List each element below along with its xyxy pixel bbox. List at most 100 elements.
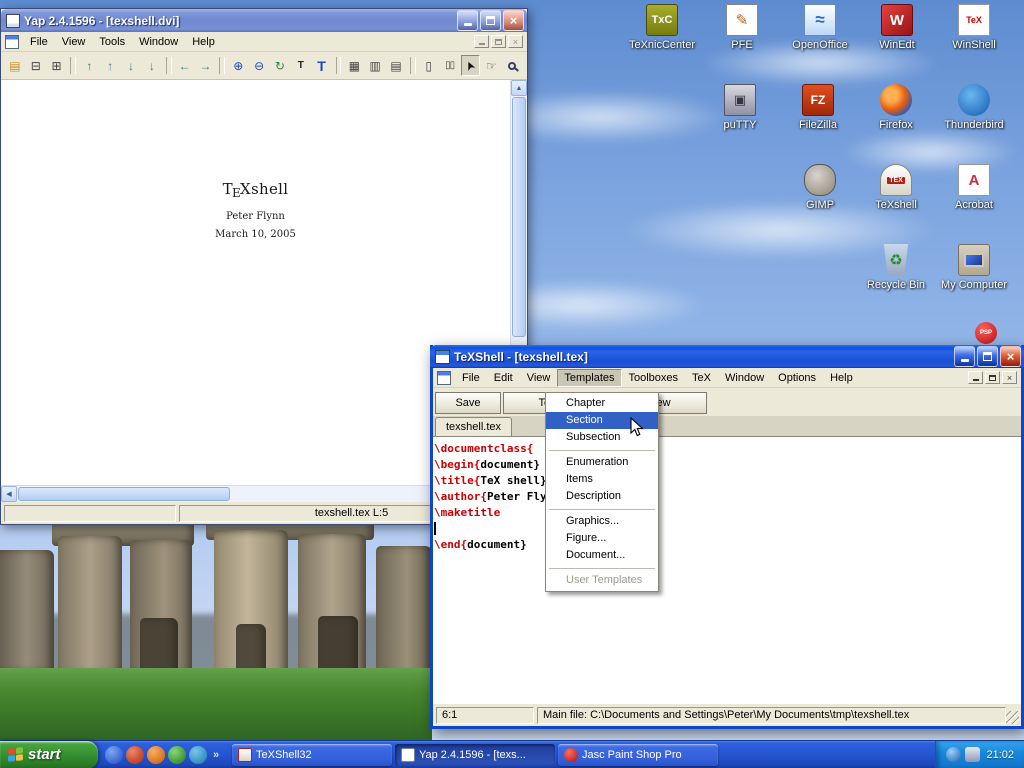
save-button[interactable]: Save [435, 392, 501, 414]
texshell-child-restore-button[interactable] [985, 371, 1000, 384]
quicklaunch-icon-3[interactable] [147, 746, 165, 764]
toolbar-separator[interactable] [219, 57, 225, 74]
zoom-in-icon[interactable]: ⊕ [228, 55, 248, 76]
texshell-minimize-button[interactable] [954, 346, 975, 367]
page-columns-icon[interactable]: ▥ [365, 55, 385, 76]
yap-maximize-button[interactable] [480, 10, 501, 31]
menu-item-user-templates[interactable]: User Templates [546, 572, 658, 589]
yap-menu-view[interactable]: View [55, 33, 93, 51]
yap-menu-tools[interactable]: Tools [92, 33, 132, 51]
print-page-icon[interactable]: ⊞ [47, 55, 67, 76]
texshell-child-close-button[interactable]: × [1002, 371, 1017, 384]
taskbar-button-texshell[interactable]: TeXShell32 [232, 744, 392, 766]
yap-child-close-button[interactable]: × [508, 35, 523, 48]
texshell-close-button[interactable]: × [1000, 346, 1021, 367]
texshell-maximize-button[interactable] [977, 346, 998, 367]
zoom-out-icon[interactable]: ⊖ [249, 55, 269, 76]
yap-titlebar[interactable]: Yap 2.4.1596 - [texshell.dvi] × [1, 9, 527, 32]
page-grid-icon[interactable]: ▦ [344, 55, 364, 76]
desktop-icon-putty[interactable]: ▣ puTTY [701, 84, 779, 131]
forward-icon[interactable]: → [196, 55, 216, 76]
quicklaunch-icon-1[interactable] [105, 746, 123, 764]
toolbar-separator[interactable] [70, 57, 76, 74]
menu-item-items[interactable]: Items [546, 471, 658, 488]
open-file-icon[interactable]: ▤ [5, 55, 25, 76]
desktop-icon-psp[interactable]: PSP [947, 322, 1024, 347]
desktop-icon-openoffice[interactable]: ≈ OpenOffice [781, 4, 859, 51]
last-page-icon[interactable]: ↓ [142, 55, 162, 76]
first-page-icon[interactable]: ↑ [79, 55, 99, 76]
yap-child-restore-button[interactable] [491, 35, 506, 48]
vertical-scroll-thumb[interactable] [512, 97, 526, 337]
tab-texshell-tex[interactable]: texshell.tex [435, 417, 512, 436]
texshell-menu-templates[interactable]: Templates [557, 369, 621, 387]
prev-page-icon[interactable]: ↑ [100, 55, 120, 76]
scroll-up-arrow[interactable]: ▲ [511, 80, 527, 96]
yap-child-minimize-button[interactable] [474, 35, 489, 48]
menu-item-graphics[interactable]: Graphics... [546, 513, 658, 530]
desktop-icon-thunderbird[interactable]: Thunderbird [935, 84, 1013, 131]
toolbar-separator[interactable] [336, 57, 342, 74]
texshell-menu-view[interactable]: View [520, 369, 558, 387]
hand-tool-icon[interactable]: ☞ [481, 55, 501, 76]
horizontal-scroll-thumb[interactable] [18, 487, 230, 501]
texshell-menu-window[interactable]: Window [718, 369, 771, 387]
texshell-child-minimize-button[interactable] [968, 371, 983, 384]
pointer-tool-icon[interactable]: ➤ [461, 55, 481, 76]
desktop-icon-gimp[interactable]: GIMP [781, 164, 859, 211]
desktop-icon-filezilla[interactable]: FZ FileZilla [779, 84, 857, 131]
menu-item-chapter[interactable]: Chapter [546, 395, 658, 412]
menu-item-enumeration[interactable]: Enumeration [546, 454, 658, 471]
desktop-icon-firefox[interactable]: Firefox [857, 84, 935, 131]
quicklaunch-icon-2[interactable] [126, 746, 144, 764]
quicklaunch-icon-5[interactable] [189, 746, 207, 764]
desktop-icon-recyclebin[interactable]: ♻ Recycle Bin [857, 244, 935, 291]
text-tool-icon[interactable]: T [312, 55, 332, 76]
menu-item-figure[interactable]: Figure... [546, 530, 658, 547]
texshell-menu-help[interactable]: Help [823, 369, 860, 387]
desktop-icon-mycomputer[interactable]: My Computer [935, 244, 1013, 291]
tray-display-icon[interactable] [965, 747, 980, 762]
toolbar-separator[interactable] [410, 57, 416, 74]
desktop-icon-pfe[interactable]: ✎ PFE [703, 4, 781, 51]
taskbar-clock[interactable]: 21:02 [986, 749, 1014, 761]
print-icon[interactable]: ⊟ [26, 55, 46, 76]
texshell-menu-file[interactable]: File [455, 369, 487, 387]
quicklaunch-icon-4[interactable] [168, 746, 186, 764]
start-button[interactable]: start [0, 741, 98, 768]
desktop-icon-acrobat[interactable]: A Acrobat [935, 164, 1013, 211]
quicklaunch-overflow-chevron[interactable]: » [210, 746, 222, 764]
editor-line [434, 521, 1021, 537]
single-page-icon[interactable]: ▯ [419, 55, 439, 76]
desktop-icon-texshell[interactable]: TEX TeXshell [857, 164, 935, 211]
texshell-menu-tex[interactable]: TeX [685, 369, 718, 387]
taskbar-button-paintshoppro[interactable]: Jasc Paint Shop Pro [558, 744, 718, 766]
yap-minimize-button[interactable] [457, 10, 478, 31]
tex-editor[interactable]: \documentclass{\begin{document}\title{Te… [433, 437, 1021, 704]
texshell-titlebar[interactable]: TeXShell - [texshell.tex] × [430, 345, 1024, 368]
facing-pages-icon[interactable]: ▯▯ [440, 55, 460, 76]
menu-item-document[interactable]: Document... [546, 547, 658, 564]
refresh-icon[interactable]: ↻ [270, 55, 290, 76]
desktop-icon-texniccenter[interactable]: TxC TeXnicCenter [623, 4, 701, 51]
texshell-menu-toolboxes[interactable]: Toolboxes [622, 369, 686, 387]
tray-network-icon[interactable] [946, 747, 961, 762]
back-icon[interactable]: ← [175, 55, 195, 76]
yap-menu-window[interactable]: Window [132, 33, 185, 51]
menu-item-description[interactable]: Description [546, 488, 658, 505]
next-page-icon[interactable]: ↓ [121, 55, 141, 76]
texshell-menu-edit[interactable]: Edit [487, 369, 520, 387]
magnifier-tool-icon[interactable] [502, 55, 522, 76]
yap-menu-file[interactable]: File [23, 33, 55, 51]
desktop-icon-winedt[interactable]: W WinEdt [858, 4, 936, 51]
texshell-menu-options[interactable]: Options [771, 369, 823, 387]
text-select-icon[interactable]: T [291, 55, 311, 76]
taskbar-button-yap[interactable]: Yap 2.4.1596 - [texs... [395, 744, 555, 766]
page-rows-icon[interactable]: ▤ [386, 55, 406, 76]
yap-close-button[interactable]: × [503, 10, 524, 31]
toolbar-separator[interactable] [166, 57, 172, 74]
resize-grip[interactable] [1006, 711, 1019, 724]
yap-menu-help[interactable]: Help [185, 33, 222, 51]
desktop-icon-winshell[interactable]: TeX WinShell [935, 4, 1013, 51]
scroll-left-arrow[interactable]: ◀ [1, 486, 17, 502]
